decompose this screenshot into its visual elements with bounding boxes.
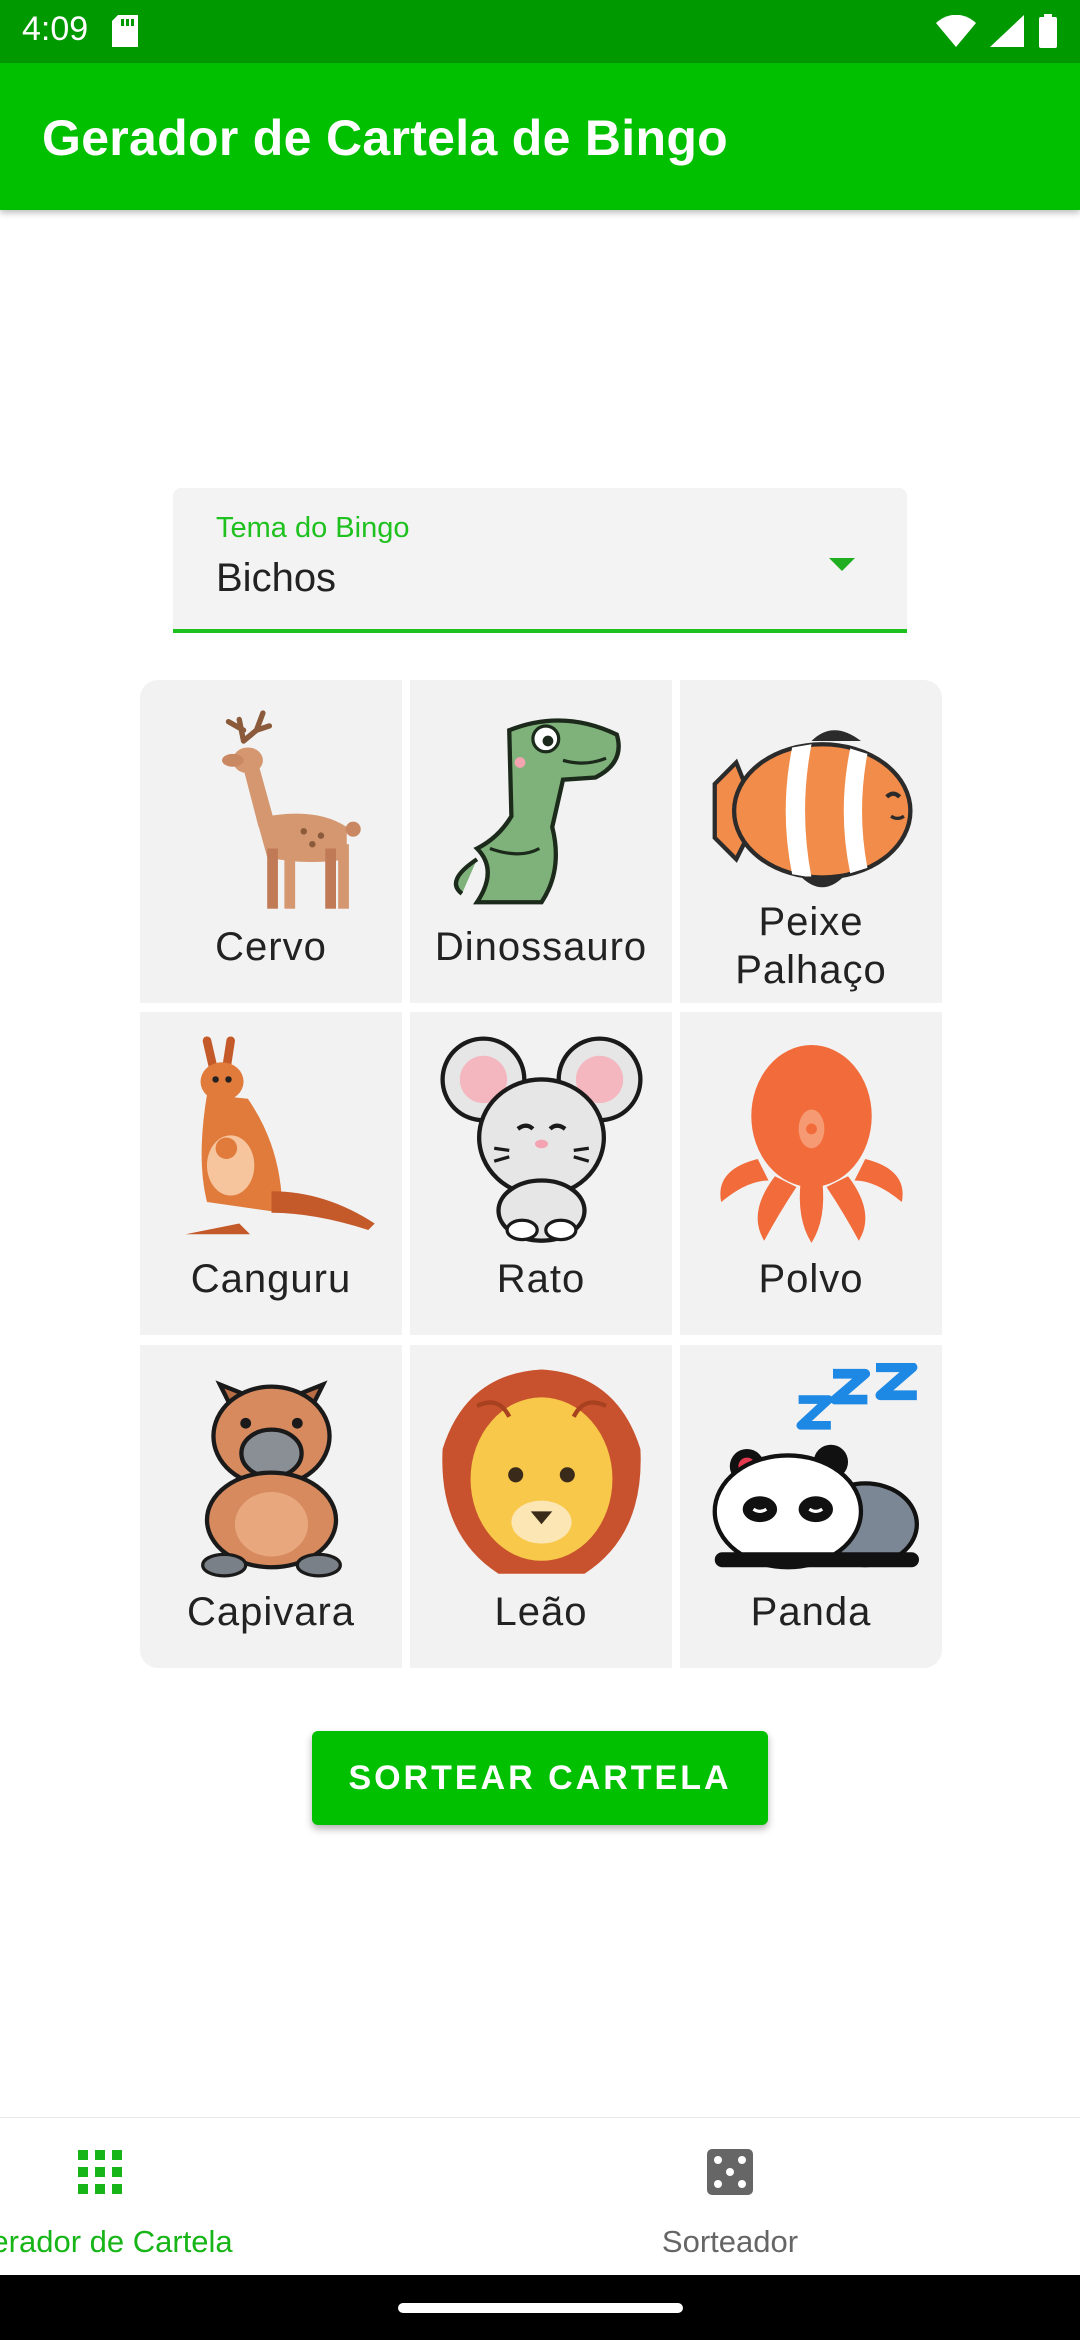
- bingo-cell-dinossauro: Dinossauro: [410, 680, 672, 1003]
- bingo-cell-panda: Panda: [680, 1345, 942, 1668]
- clownfish-icon: [680, 698, 942, 913]
- status-indicators: [936, 14, 1058, 53]
- bingo-cell-canguru: Canguru: [140, 1012, 402, 1335]
- draw-card-button[interactable]: SORTEAR CARTELA: [312, 1731, 768, 1825]
- signal-icon: [990, 15, 1024, 52]
- nav-item-drawer[interactable]: Sorteador: [460, 2118, 1000, 2276]
- bingo-cell-label: Panda: [750, 1590, 872, 1634]
- dinosaur-icon: [410, 698, 672, 913]
- deer-icon: [140, 698, 402, 913]
- nav-item-card-generator[interactable]: Gerador de Cartela: [0, 2118, 370, 2276]
- battery-icon: [1038, 14, 1058, 53]
- capybara-icon: [140, 1363, 402, 1578]
- grid-icon: [76, 2148, 124, 2196]
- bingo-cell-cervo: Cervo: [140, 680, 402, 1003]
- theme-select-label: Tema do Bingo: [216, 512, 410, 544]
- bingo-cell-label: Peixe Palhaço: [680, 898, 942, 994]
- bingo-cell-rato: Rato: [410, 1012, 672, 1335]
- panda-icon: [680, 1363, 942, 1578]
- bingo-cell-leao: Leão: [410, 1345, 672, 1668]
- bingo-card-grid: Cervo Dinossauro Peixe Palhaço Canguru R…: [140, 680, 942, 1668]
- octopus-icon: [680, 1030, 942, 1245]
- bingo-cell-peixe-palhaco: Peixe Palhaço: [680, 680, 942, 1003]
- bingo-cell-label: Polvo: [758, 1257, 864, 1301]
- mouse-icon: [410, 1030, 672, 1245]
- sd-card-icon: [112, 15, 138, 52]
- label-line-2: Palhaço: [735, 948, 887, 992]
- bingo-cell-capivara: Capivara: [140, 1345, 402, 1668]
- bingo-cell-polvo: Polvo: [680, 1012, 942, 1335]
- nav-label: Gerador de Cartela: [0, 2224, 233, 2259]
- bingo-cell-label: Capivara: [186, 1590, 356, 1634]
- status-bar: 4:09: [0, 0, 1080, 63]
- dropdown-arrow-icon: [829, 558, 855, 571]
- kangaroo-icon: [140, 1030, 402, 1245]
- status-time: 4:09: [22, 10, 89, 48]
- bingo-cell-label: Cervo: [215, 925, 327, 969]
- label-line-1: Peixe: [758, 900, 864, 944]
- bottom-navigation: Gerador de Cartela Sorteador: [0, 2117, 1080, 2276]
- wifi-icon: [936, 14, 976, 52]
- nav-label: Sorteador: [661, 2224, 799, 2259]
- bingo-cell-label: Leão: [494, 1590, 588, 1634]
- page-title: Gerador de Cartela de Bingo: [42, 110, 729, 166]
- dice-icon: [706, 2148, 754, 2196]
- app-bar: Gerador de Cartela de Bingo: [0, 63, 1080, 210]
- theme-select[interactable]: Tema do Bingo Bichos: [173, 488, 907, 633]
- bingo-cell-label: Canguru: [190, 1257, 352, 1301]
- theme-select-value: Bichos: [216, 556, 337, 600]
- lion-icon: [410, 1363, 672, 1578]
- bingo-cell-label: Rato: [496, 1257, 586, 1301]
- home-gesture-handle[interactable]: [398, 2303, 683, 2313]
- bingo-cell-label: Dinossauro: [434, 925, 648, 969]
